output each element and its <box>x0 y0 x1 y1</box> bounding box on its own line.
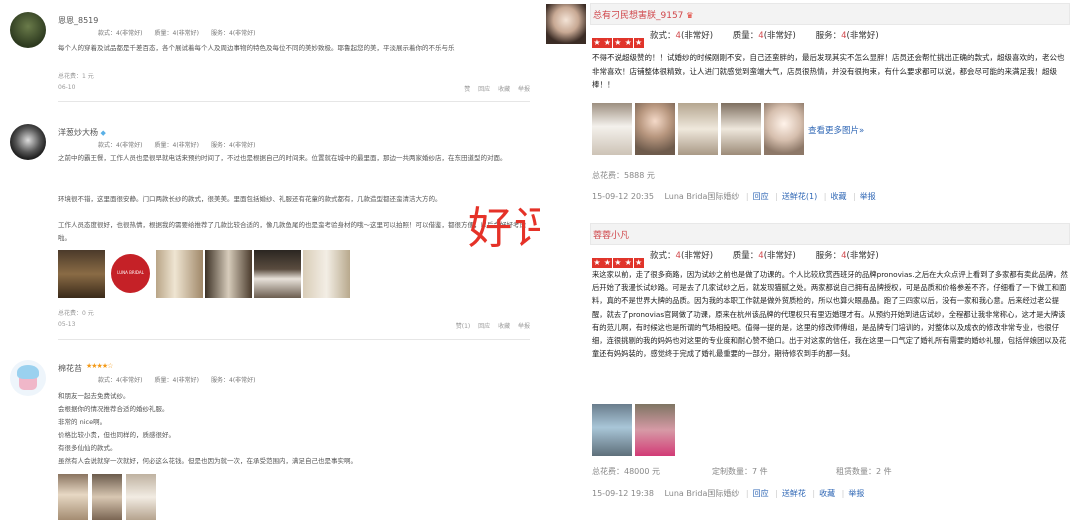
review-photo[interactable] <box>205 250 252 298</box>
score-row: 款式：4(非常好) 质量：4(非常好) 服务：4(非常好) <box>650 251 879 261</box>
review-photo[interactable] <box>635 404 675 456</box>
total-cost: 总花费：48000 元 <box>592 467 660 476</box>
divider <box>58 339 530 340</box>
star-rating: ★ ★ ★ ★ ★ <box>592 38 644 48</box>
review-line: 非常的 nice啊。 <box>58 418 107 426</box>
rent-count: 租赁数量：2 件 <box>836 467 892 476</box>
review-photo[interactable] <box>635 103 675 155</box>
review-line: 价格比较小贵，但也同样的，质感很好。 <box>58 431 175 439</box>
review-meta: 15-09-12 20:35 Luna Brida国际婚纱 | 回应 | 送鲜花(1… <box>592 192 876 201</box>
review-meta: 15-09-12 19:38 Luna Brida国际婚纱 | 回应 | 送鲜花 |… <box>592 489 865 498</box>
user-name[interactable]: 棉花苔 <box>58 363 82 374</box>
user-avatar[interactable] <box>10 124 46 160</box>
review-text-para-3: 工作人员态度很好，也很热情，根据我的需要给推荐了几款比较合适的，像几款鱼尾的也是… <box>58 221 526 242</box>
crown-icon: ♛ <box>686 11 694 20</box>
favorite-link[interactable]: 收藏 <box>830 192 846 201</box>
review-date: 05-13 <box>58 321 76 328</box>
diamond-icon: ◆ <box>100 129 106 137</box>
left-review-panel: 恩恩_8519 款式：4(非常好) 质量：4(非常好) 服务：4(非常好) 每个… <box>0 0 540 532</box>
reply-link[interactable]: 回应 <box>753 489 769 498</box>
ratings-row: 款式：4(非常好) 质量：4(非常好) 服务：4(非常好) <box>98 142 256 149</box>
review-photo[interactable]: LUNA BRIDAL <box>107 250 154 298</box>
review-photo[interactable] <box>58 474 88 520</box>
review-line: 会根据你的情况推荐合适的婚纱礼服。 <box>58 405 169 413</box>
review-photo[interactable] <box>592 404 632 456</box>
user-name[interactable]: 恩恩_8519 <box>58 15 98 26</box>
user-avatar[interactable] <box>10 360 46 396</box>
total-cost: 总花费：1 元 <box>58 73 94 80</box>
reply-link[interactable]: 回应 <box>753 192 769 201</box>
review-photo[interactable] <box>303 250 350 298</box>
review-photo[interactable] <box>721 103 761 155</box>
review-header-bar: 蓉蓉小凡 <box>590 223 1070 245</box>
right-review-panel: 总有刁民想害朕_9157 ♛ ★ ★ ★ ★ ★ 款式：4(非常好) 质量：4(非常好)… <box>540 0 1080 532</box>
user-name-text[interactable]: 总有刁民想害朕_9157 <box>593 11 683 21</box>
ratings-row: 款式：4(非常好) 质量：4(非常好) 服务：4(非常好) <box>98 377 256 384</box>
user-avatar[interactable] <box>546 4 586 44</box>
review-photo[interactable] <box>592 103 632 155</box>
review-date: 06-10 <box>58 84 76 91</box>
review-line: 虽然有人会说就穿一次就好，何必这么花钱。但是也因为就一次，在承受范围内，满足自己… <box>58 457 357 465</box>
star-rating: ★ ★ ★ ★ ★ <box>592 258 644 268</box>
custom-count: 定制数量：7 件 <box>712 467 768 476</box>
review-text: 不得不说超级赞的！！试婚纱的时候刚刚不安，自己还蛮胖的，最后发现其实不怎么显胖！… <box>592 53 1065 89</box>
review-line: 有很多仙仙的款式。 <box>58 444 117 452</box>
review-photo[interactable] <box>764 103 804 155</box>
favorite-link[interactable]: 收藏 <box>819 489 835 498</box>
review-text: 来这家以前，走了很多商路，因为试纱之前也是做了功课的。个人比较欣赏西班牙的品牌p… <box>592 270 1068 359</box>
total-cost: 总花费：0 元 <box>58 310 94 317</box>
review-photo[interactable] <box>156 250 203 298</box>
report-link[interactable]: 举报 <box>860 192 876 201</box>
report-link[interactable]: 举报 <box>848 489 864 498</box>
user-name[interactable]: 总有刁民想害朕_9157 ♛ <box>593 8 693 21</box>
review-photo[interactable] <box>92 474 122 520</box>
review-text-para-1: 之前中的霸王餐，工作人员也是很早就电话来预约时间了，不过也是根据自己的时间来。位… <box>58 154 507 162</box>
review-actions[interactable]: 赞(1) 回应 收藏 举报 <box>456 321 530 330</box>
divider <box>58 101 530 102</box>
send-flower-link[interactable]: 送鲜花 <box>782 489 806 498</box>
review-photo[interactable] <box>58 250 105 298</box>
user-name-text[interactable]: 洋葱炒大杨 <box>58 128 98 137</box>
review-photo[interactable] <box>254 250 301 298</box>
star-rating: ★★★★☆ <box>86 362 113 370</box>
user-name[interactable]: 蓉蓉小凡 <box>593 228 629 241</box>
review-header-bar: 总有刁民想害朕_9157 ♛ <box>590 3 1070 25</box>
ratings-row: 款式：4(非常好) 质量：4(非常好) 服务：4(非常好) <box>98 30 256 37</box>
review-text: 每个人的穿着及试品都是千差百态，各个展试着每个人及周边事物的特色及每位不同的美妙… <box>58 44 455 52</box>
user-name[interactable]: 洋葱炒大杨 ◆ <box>58 127 106 138</box>
review-line: 和朋友一起去免费试纱。 <box>58 392 130 400</box>
view-more-photos-link[interactable]: 查看更多图片» <box>808 124 864 136</box>
review-text-para-2: 环境很不错，这里面很安静。门口两款长纱的款式，很美美。里面包括婚纱、礼服还有花童… <box>58 195 442 203</box>
review-photo[interactable] <box>678 103 718 155</box>
review-photo[interactable] <box>126 474 156 520</box>
send-flower-link[interactable]: 送鲜花(1) <box>782 192 817 201</box>
user-avatar[interactable] <box>10 12 46 48</box>
review-actions[interactable]: 赞 回应 收藏 举报 <box>464 84 530 93</box>
total-cost: 总花费：5888 元 <box>592 171 655 180</box>
score-row: 款式：4(非常好) 质量：4(非常好) 服务：4(非常好) <box>650 31 879 41</box>
